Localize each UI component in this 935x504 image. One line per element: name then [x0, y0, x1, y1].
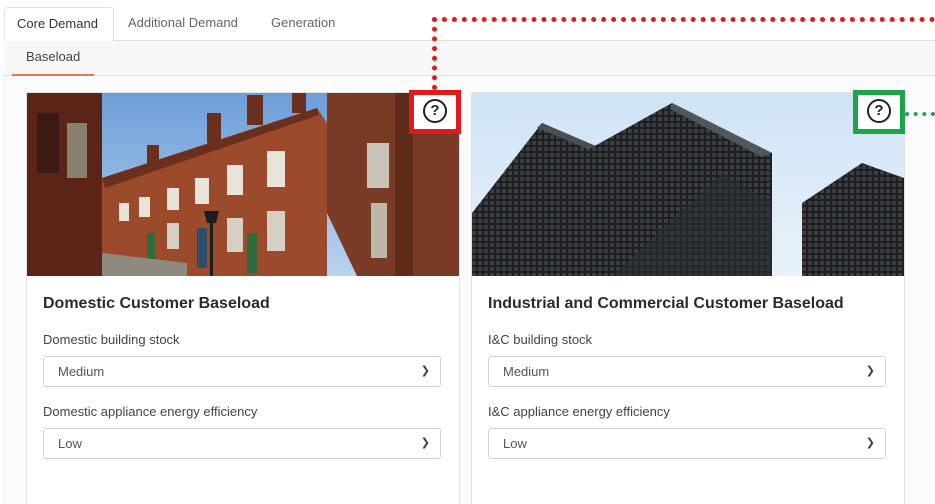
select-value: Low [58, 436, 82, 451]
sub-tabs: Baseload [4, 41, 935, 76]
select-value: Low [503, 436, 527, 451]
red-dotted-callout-line [432, 17, 437, 90]
subtab-baseload[interactable]: Baseload [12, 41, 95, 76]
chevron-down-icon: ❯ [865, 437, 875, 449]
domestic-appliance-efficiency-label: Domestic appliance energy efficiency [43, 404, 258, 419]
select-value: Medium [58, 364, 105, 379]
ic-help-highlight: ? [853, 90, 905, 134]
terraced-houses-image [27, 93, 459, 276]
domestic-help-highlight: ? [409, 90, 461, 134]
domestic-appliance-efficiency-select[interactable]: Low ❯ [43, 428, 441, 459]
tab-core-demand[interactable]: Core Demand [4, 7, 114, 42]
domestic-building-stock-label: Domestic building stock [43, 332, 180, 347]
ic-building-stock-label: I&C building stock [488, 332, 593, 347]
domestic-baseload-card: Domestic Customer Baseload Domestic buil… [26, 92, 460, 504]
select-value: Medium [503, 364, 550, 379]
green-dotted-callout-line [905, 112, 935, 116]
chevron-down-icon: ❯ [420, 365, 430, 377]
tab-additional-demand[interactable]: Additional Demand [116, 7, 250, 41]
ic-appliance-efficiency-select[interactable]: Low ❯ [488, 428, 886, 459]
main-tabs: Core Demand Additional Demand Generation [4, 7, 935, 42]
tab-generation[interactable]: Generation [259, 7, 347, 41]
office-towers-image [472, 93, 904, 276]
question-circle-icon[interactable]: ? [867, 99, 891, 123]
red-dotted-callout-line [432, 17, 935, 22]
ic-appliance-efficiency-label: I&C appliance energy efficiency [488, 404, 670, 419]
ic-building-stock-select[interactable]: Medium ❯ [488, 356, 886, 387]
card-title: Industrial and Commercial Customer Basel… [488, 295, 844, 312]
card-title: Domestic Customer Baseload [43, 295, 270, 312]
chevron-down-icon: ❯ [865, 365, 875, 377]
chevron-down-icon: ❯ [420, 437, 430, 449]
question-circle-icon[interactable]: ? [423, 99, 447, 123]
domestic-building-stock-select[interactable]: Medium ❯ [43, 356, 441, 387]
ic-baseload-card: Industrial and Commercial Customer Basel… [471, 92, 905, 504]
